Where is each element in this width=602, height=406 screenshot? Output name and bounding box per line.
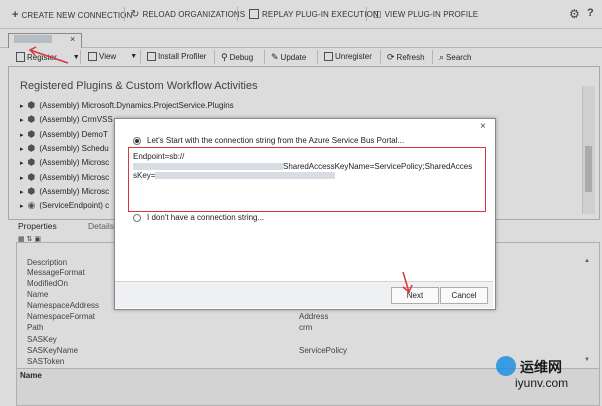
annotation-arrows — [28, 46, 413, 294]
watermark-logo — [496, 356, 516, 376]
arrow-to-register — [28, 46, 69, 64]
watermark-url: iyunv.com — [515, 376, 569, 390]
watermark-text: 运维网 — [520, 359, 562, 375]
arrow-to-next — [402, 271, 413, 294]
